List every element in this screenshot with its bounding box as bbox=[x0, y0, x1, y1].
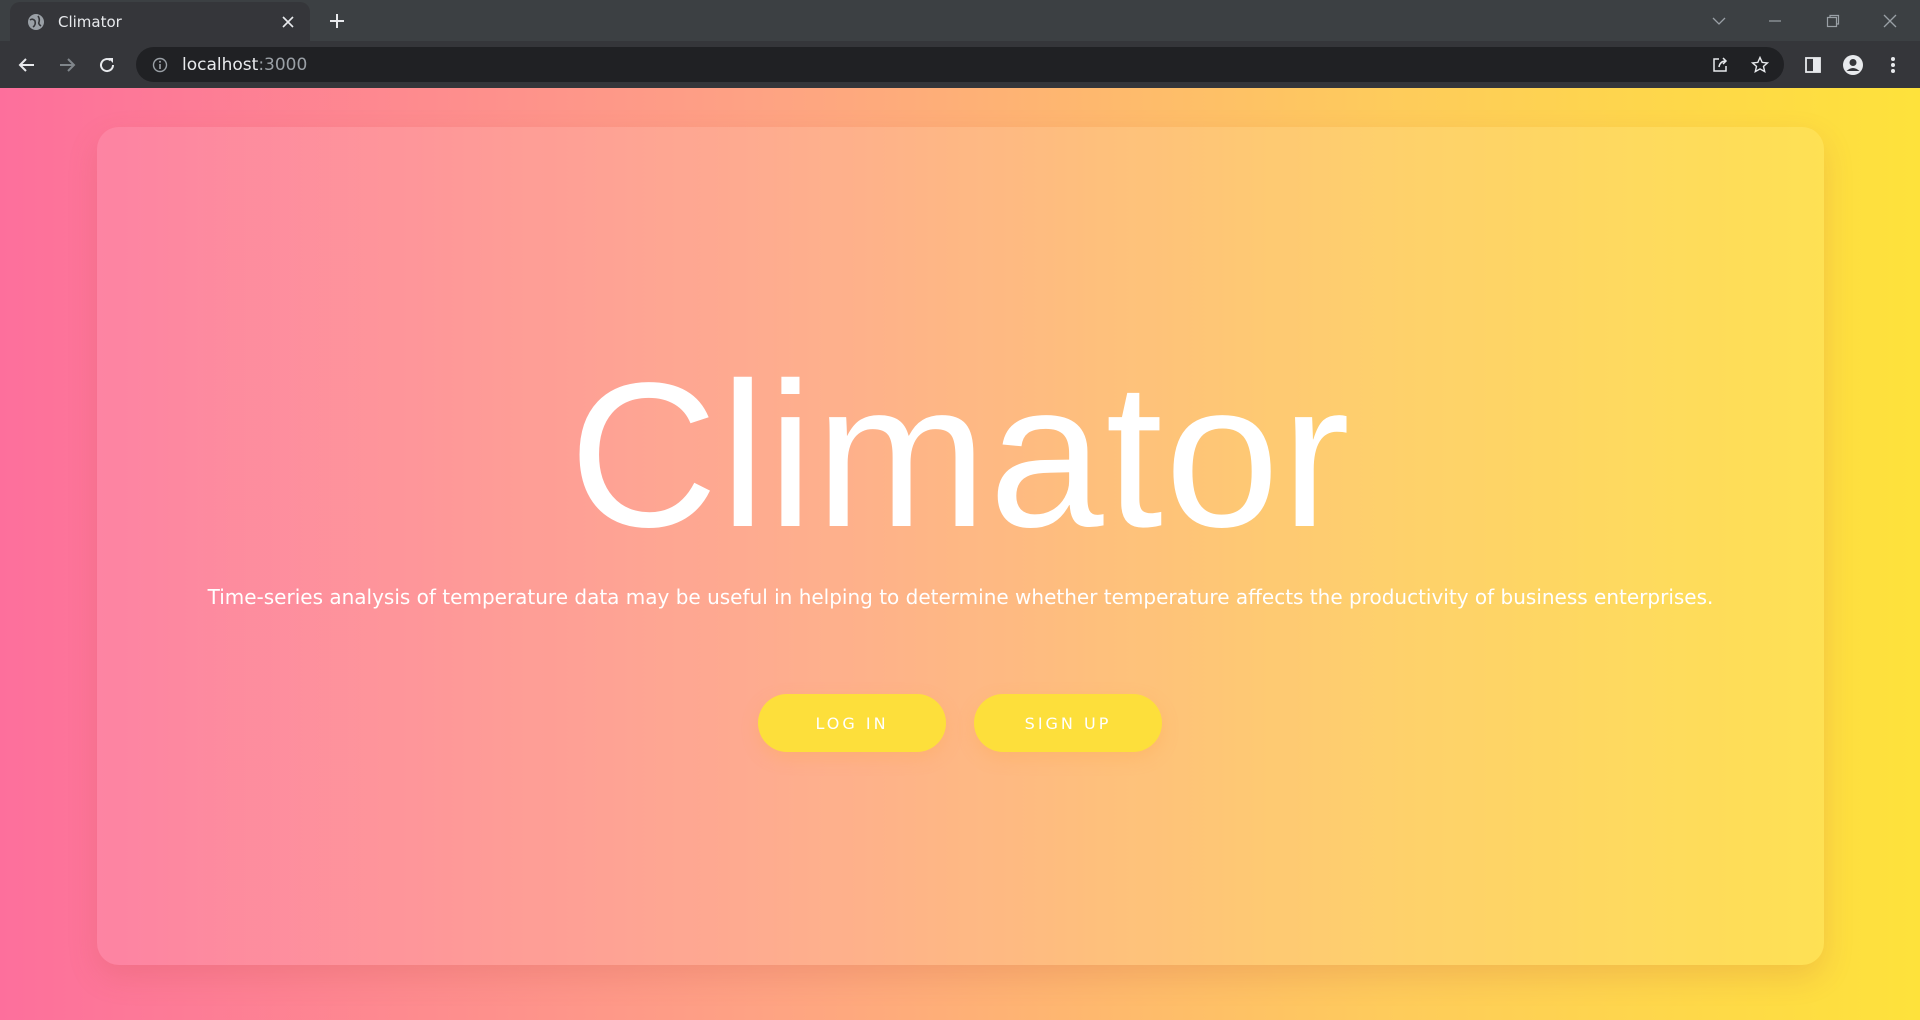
page-subtitle: Time-series analysis of temperature data… bbox=[207, 585, 1714, 609]
close-icon[interactable] bbox=[278, 12, 298, 32]
tab-search-icon[interactable] bbox=[1691, 0, 1747, 41]
browser-toolbar: localhost:3000 bbox=[0, 41, 1920, 88]
tab-title: Climator bbox=[58, 12, 122, 31]
page-title: Climator bbox=[569, 340, 1352, 570]
hero-card: Climator Time-series analysis of tempera… bbox=[97, 127, 1824, 965]
url-text: localhost:3000 bbox=[182, 55, 307, 75]
menu-icon[interactable] bbox=[1875, 47, 1911, 83]
share-icon[interactable] bbox=[1702, 47, 1738, 82]
plus-icon[interactable] bbox=[324, 8, 350, 34]
forward-icon[interactable] bbox=[49, 47, 85, 83]
address-bar[interactable]: localhost:3000 bbox=[136, 47, 1784, 82]
url-host: localhost bbox=[182, 54, 259, 75]
star-icon[interactable] bbox=[1742, 47, 1778, 82]
back-icon[interactable] bbox=[9, 47, 45, 83]
login-button[interactable]: LOG IN bbox=[758, 694, 946, 752]
window-close-icon[interactable] bbox=[1862, 0, 1918, 41]
globe-icon bbox=[26, 12, 46, 32]
reload-icon[interactable] bbox=[89, 47, 125, 83]
page-viewport: Climator Time-series analysis of tempera… bbox=[0, 88, 1920, 1020]
sidepanel-icon[interactable] bbox=[1795, 47, 1831, 83]
url-port: :3000 bbox=[258, 54, 308, 75]
tab-strip: Climator bbox=[0, 0, 1920, 41]
signup-button[interactable]: SIGN UP bbox=[974, 694, 1162, 752]
profile-icon[interactable] bbox=[1835, 47, 1871, 83]
restore-icon[interactable] bbox=[1805, 0, 1861, 41]
browser-tab[interactable]: Climator bbox=[10, 2, 310, 41]
info-icon[interactable] bbox=[136, 57, 176, 73]
minimize-icon[interactable] bbox=[1747, 0, 1803, 41]
